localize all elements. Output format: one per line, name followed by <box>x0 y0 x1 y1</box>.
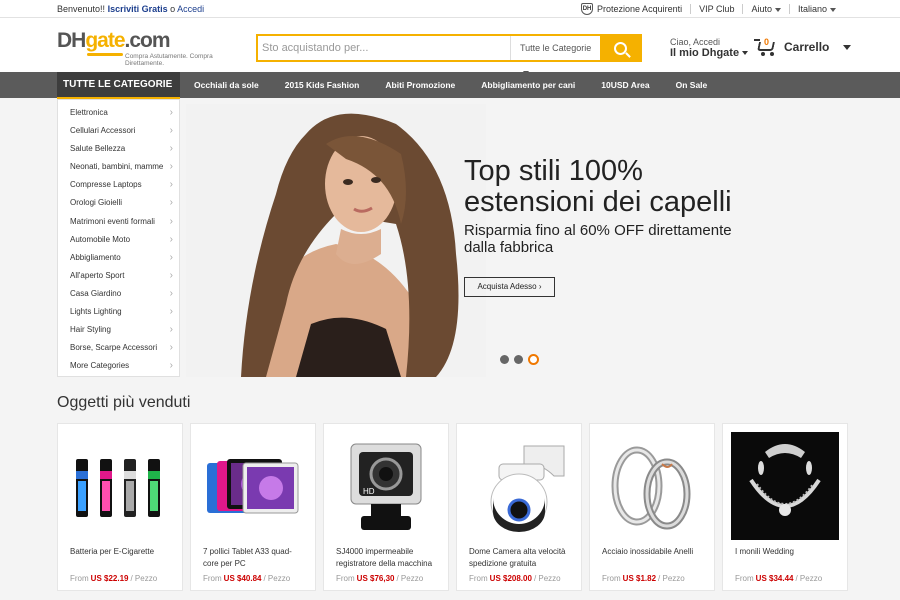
carousel-dot-active[interactable] <box>528 354 539 365</box>
search-input[interactable] <box>258 36 510 60</box>
banner-model-image <box>186 104 486 377</box>
product-card[interactable]: Acciaio inossidabile Anelli From US $1.82… <box>589 423 715 591</box>
shop-now-button[interactable]: Acquista Adesso › <box>464 277 555 297</box>
sidebar-item-health-beauty[interactable]: Salute Bellezza <box>58 140 179 158</box>
chevron-down-icon <box>843 44 852 50</box>
sidebar-item-bags-shoes[interactable]: Borse, Scarpe Accessori <box>58 339 179 357</box>
product-name: 7 pollici Tablet A33 quad-core per PC <box>203 547 292 568</box>
sidebar-item-baby[interactable]: Neonati, bambini, mamme <box>58 158 179 176</box>
sidebar-item-hair[interactable]: Hair Styling <box>58 321 179 339</box>
product-card[interactable]: HD SJ4000 impermeabile registratore dell… <box>323 423 449 591</box>
product-image <box>598 432 706 540</box>
all-categories-button[interactable]: TUTTE LE CATEGORIE <box>57 72 180 99</box>
dhgate-logo[interactable]: DHgate.com <box>57 29 171 56</box>
welcome-text: Benvenuto!! <box>57 4 106 14</box>
product-image <box>66 432 174 540</box>
product-image <box>199 432 307 540</box>
welcome-message: Benvenuto!! Iscriviti Gratis o Accedi <box>57 4 204 14</box>
sidebar-item-phones[interactable]: Cellulari Accessori <box>58 122 179 140</box>
nav-link-dog-clothing[interactable]: Abbigliamento per cani <box>481 80 575 90</box>
product-name: SJ4000 impermeabile registratore della m… <box>336 547 433 568</box>
nav-link-kids-fashion[interactable]: 2015 Kids Fashion <box>285 80 360 90</box>
chevron-down-icon <box>774 7 781 12</box>
product-image: HD <box>332 432 440 540</box>
sidebar-item-electronics[interactable]: Elettronica <box>58 104 179 122</box>
sidebar-item-weddings[interactable]: Matrimoni eventi formali <box>58 213 179 231</box>
product-name: Dome Camera alta velocità spedizione gra… <box>469 547 566 568</box>
buyer-protection-link[interactable]: Protezione Acquirenti <box>597 4 682 14</box>
cart-button[interactable]: 0 Carrello <box>754 37 852 57</box>
cart-icon: 0 <box>754 37 778 57</box>
chevron-down-icon <box>742 51 749 56</box>
product-image <box>465 432 573 540</box>
search-bar: Tutte le Categorie <box>256 34 642 75</box>
product-name: I monili Wedding <box>735 547 794 556</box>
banner-title: Top stili 100% estensioni dei capelli <box>464 155 732 218</box>
svg-text:HD: HD <box>363 487 375 496</box>
product-card[interactable]: Dome Camera alta velocità spedizione gra… <box>456 423 582 591</box>
sidebar-item-apparel[interactable]: Abbigliamento <box>58 249 179 267</box>
banner-subtitle: Risparmia fino al 60% OFF direttamente d… <box>464 222 732 256</box>
sidebar-item-home-garden[interactable]: Casa Giardino <box>58 285 179 303</box>
nav-link-sunglasses[interactable]: Occhiali da sole <box>194 80 259 90</box>
product-name: Batteria per E-Cigarette <box>70 547 155 556</box>
search-button[interactable] <box>600 36 640 60</box>
sidebar-item-outdoor[interactable]: All'aperto Sport <box>58 267 179 285</box>
cart-count-badge: 0 <box>764 37 770 47</box>
hero-banner[interactable]: Top stili 100% estensioni dei capelli Ri… <box>186 104 852 377</box>
account-menu[interactable]: Ciao, Accedi Il mio Dhgate <box>670 37 749 59</box>
bestsellers-title: Oggetti più venduti <box>57 394 191 411</box>
logo-tagline: Compra Astutamente. Compra Direttamente. <box>125 53 213 67</box>
login-link[interactable]: Accedi <box>177 4 204 14</box>
product-price: From US $1.82/ Pezzo <box>602 574 685 583</box>
product-price: From US $40.84/ Pezzo <box>203 574 291 583</box>
vip-club-link[interactable]: VIP Club <box>699 4 734 14</box>
sidebar-item-more[interactable]: More Categories <box>58 357 179 375</box>
help-menu[interactable]: Aiuto <box>751 4 781 14</box>
sidebar-item-watches-jewelry[interactable]: Orologi Gioielli <box>58 194 179 212</box>
or-text: o <box>170 4 176 14</box>
top-bar: Benvenuto!! Iscriviti Gratis o Accedi DH… <box>0 0 900 18</box>
product-price: From US $76,30/ Pezzo <box>336 574 424 583</box>
product-name: Acciaio inossidabile Anelli <box>602 547 694 556</box>
product-price: From US $34.44/ Pezzo <box>735 574 823 583</box>
cart-label: Carrello <box>784 40 830 54</box>
chevron-down-icon <box>830 7 836 12</box>
sidebar-item-lighting[interactable]: Lights Lighting <box>58 303 179 321</box>
my-dhgate-label: Il mio Dhgate <box>670 47 740 59</box>
header: DHgate.com Compra Astutamente. Compra Di… <box>0 18 900 75</box>
nav-link-on-sale[interactable]: On Sale <box>676 80 708 90</box>
product-card[interactable]: Batteria per E-Cigarette From US $22.19/ … <box>57 423 183 591</box>
bestsellers-list: Batteria per E-Cigarette From US $22.19/ … <box>57 423 855 591</box>
product-image <box>731 432 839 540</box>
product-card[interactable]: I monili Wedding From US $34.44/ Pezzo <box>722 423 848 591</box>
carousel-dot[interactable] <box>514 355 523 364</box>
product-card[interactable]: 7 pollici Tablet A33 quad-core per PC Fr… <box>190 423 316 591</box>
sidebar-item-automotive[interactable]: Automobile Moto <box>58 231 179 249</box>
carousel-indicators <box>500 354 544 365</box>
main-nav: TUTTE LE CATEGORIE Occhiali da sole 2015… <box>0 72 900 99</box>
nav-link-10usd-area[interactable]: 10USD Area <box>601 80 649 90</box>
product-price: From US $208.00/ Pezzo <box>469 574 561 583</box>
nav-link-promo-dresses[interactable]: Abiti Promozione <box>385 80 455 90</box>
search-category-select[interactable]: Tutte le Categorie <box>510 36 600 75</box>
search-icon <box>613 41 627 55</box>
product-price: From US $22.19/ Pezzo <box>70 574 158 583</box>
category-sidebar: Elettronica Cellulari Accessori Salute B… <box>57 99 180 377</box>
shield-icon: DH <box>581 3 594 15</box>
register-link[interactable]: Iscriviti Gratis <box>108 4 168 14</box>
language-menu[interactable]: Italiano <box>798 4 836 14</box>
carousel-dot[interactable] <box>500 355 509 364</box>
sidebar-item-tablets[interactable]: Compresse Laptops <box>58 176 179 194</box>
